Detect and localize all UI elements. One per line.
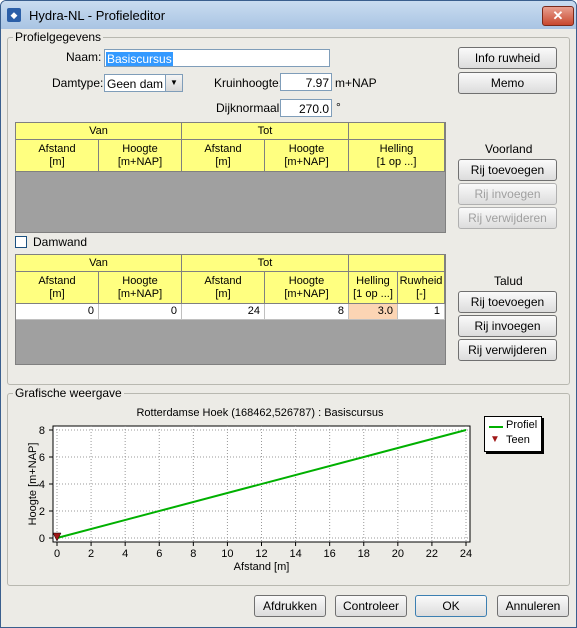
crest-height-unit: m+NAP (335, 76, 377, 90)
crest-height-field[interactable]: 7.97 (280, 73, 332, 91)
profile-editor-window: ◆ Hydra-NL - Profieleditor ✕ Profielgege… (0, 0, 577, 628)
damtype-label: Damtype: (52, 76, 104, 90)
app-icon: ◆ (7, 8, 21, 22)
dike-normal-unit: ° (336, 100, 341, 114)
check-button[interactable]: Controleer (335, 595, 407, 617)
sheet-pile-label: Damwand (33, 235, 88, 249)
info-roughness-button[interactable]: Info ruwheid (458, 47, 557, 69)
slope-add-row-button[interactable]: Rij toevoegen (458, 291, 557, 313)
dike-normal-label: Dijknormaal: (216, 101, 283, 115)
slope-title: Talud (494, 274, 523, 288)
legend-teen-label: Teen (506, 434, 530, 446)
slope-cell-slope[interactable]: 3.0 (349, 304, 398, 320)
slope-cell-to-height[interactable]: 8 (265, 304, 349, 320)
slope-table[interactable]: Van Tot Afstand [m] Hoogte [m+NAP] Afsta… (15, 254, 446, 365)
chart-legend: Profiel ▼ Teen (484, 416, 542, 452)
foreshore-col-slope: Helling [1 op ...] (349, 140, 445, 172)
foreshore-col-to-distance: Afstand [m] (182, 140, 265, 172)
foreshore-col-from-height: Hoogte [m+NAP] (99, 140, 182, 172)
damtype-select-value: Geen dam (107, 77, 164, 91)
close-button[interactable]: ✕ (542, 6, 574, 26)
foreshore-delete-row-button[interactable]: Rij verwijderen (458, 207, 557, 229)
chevron-down-icon[interactable]: ▼ (165, 75, 182, 91)
print-button[interactable]: Afdrukken (254, 595, 326, 617)
cancel-button[interactable]: Annuleren (497, 595, 569, 617)
slope-cell-roughness[interactable]: 1 (398, 304, 445, 320)
slope-col-to-distance: Afstand [m] (182, 272, 265, 304)
slope-group-blank (349, 255, 445, 272)
sheet-pile-checkbox[interactable] (15, 236, 27, 248)
memo-button[interactable]: Memo (458, 72, 557, 94)
legend-profile-swatch (489, 426, 503, 428)
foreshore-col-from-distance: Afstand [m] (16, 140, 99, 172)
foreshore-group-blank (349, 123, 445, 140)
damtype-select[interactable]: Geen dam ▼ (104, 74, 183, 92)
title-bar[interactable]: ◆ Hydra-NL - Profieleditor ✕ (1, 1, 576, 29)
legend-profile-label: Profiel (506, 419, 538, 431)
foreshore-add-row-button[interactable]: Rij toevoegen (458, 159, 557, 181)
foreshore-col-to-height: Hoogte [m+NAP] (265, 140, 349, 172)
graph-group-title: Grafische weergave (13, 386, 124, 400)
name-field-value: Basiscursus (106, 52, 173, 66)
slope-group-to: Tot (182, 255, 349, 272)
slope-col-from-height: Hoogte [m+NAP] (99, 272, 182, 304)
window-title: Hydra-NL - Profieleditor (29, 8, 166, 23)
client-area: Profielgegevens Naam: Basiscursus Damtyp… (5, 29, 572, 623)
name-field[interactable]: Basiscursus (104, 49, 330, 67)
ok-button[interactable]: OK (415, 595, 487, 617)
foreshore-group-to: Tot (182, 123, 349, 140)
slope-delete-row-button[interactable]: Rij verwijderen (458, 339, 557, 361)
slope-cell-from-distance[interactable]: 0 (16, 304, 99, 320)
chart-title: Rotterdamse Hoek (168462,526787) : Basis… (136, 407, 384, 419)
slope-col-roughness: Ruwheid [-] (398, 272, 445, 304)
foreshore-group-from: Van (16, 123, 182, 140)
slope-cell-to-distance[interactable]: 24 (182, 304, 265, 320)
foreshore-insert-row-button[interactable]: Rij invoegen (458, 183, 557, 205)
slope-col-slope: Helling [1 op ...] (349, 272, 398, 304)
slope-group-from: Van (16, 255, 182, 272)
slope-col-from-distance: Afstand [m] (16, 272, 99, 304)
close-icon: ✕ (552, 8, 564, 23)
crest-height-label: Kruinhoogte: (214, 76, 283, 90)
foreshore-title: Voorland (485, 142, 533, 156)
slope-insert-row-button[interactable]: Rij invoegen (458, 315, 557, 337)
triangle-down-icon: ▼ (490, 434, 500, 445)
slope-col-to-height: Hoogte [m+NAP] (265, 272, 349, 304)
dike-normal-field[interactable]: 270.0 (280, 99, 332, 117)
name-label: Naam: (66, 50, 102, 64)
profile-data-group-title: Profielgegevens (13, 30, 104, 44)
slope-cell-from-height[interactable]: 0 (99, 304, 182, 320)
foreshore-table[interactable]: Van Tot Afstand [m] Hoogte [m+NAP] Afsta… (15, 122, 446, 233)
